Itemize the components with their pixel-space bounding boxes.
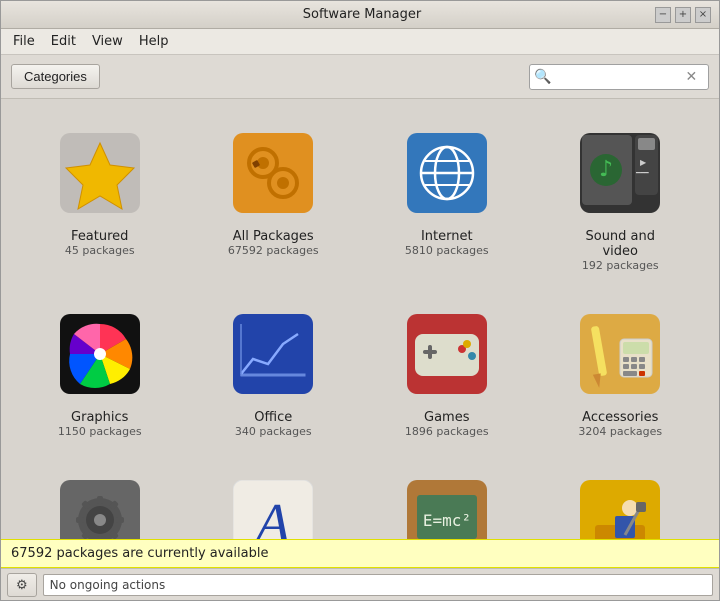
window-title: Software Manager [69, 7, 655, 22]
categories-grid-container: Featured45 packages All Packages67592 pa… [1, 99, 719, 539]
category-item-games[interactable]: Games1896 packages [368, 296, 526, 446]
category-name-accessories: Accessories [582, 410, 658, 425]
category-count-office: 340 packages [235, 425, 312, 438]
category-name-featured: Featured [71, 229, 128, 244]
category-item-sound[interactable]: ▶ ━━━ ♪ Sound and video192 packages [542, 115, 700, 280]
category-name-office: Office [254, 410, 292, 425]
category-icon-fonts: A [223, 470, 323, 539]
minimize-button[interactable]: − [655, 7, 671, 23]
svg-text:▶: ▶ [640, 158, 647, 167]
category-name-graphics: Graphics [71, 410, 128, 425]
category-icon-games [397, 304, 497, 404]
titlebar-controls: − + × [655, 7, 711, 23]
category-count-sound: 192 packages [582, 259, 659, 272]
category-icon-featured [50, 123, 150, 223]
category-name-internet: Internet [421, 229, 473, 244]
main-window: Software Manager − + × File Edit View He… [0, 0, 720, 601]
actions-statusbar: ⚙ No ongoing actions [1, 568, 719, 600]
category-item-office[interactable]: Office340 packages [195, 296, 353, 446]
category-icon-allpkg [223, 123, 323, 223]
svg-text:E=mc²: E=mc² [423, 511, 471, 530]
category-item-programming[interactable]: Programming4311 packages [542, 462, 700, 539]
category-item-fonts[interactable]: A Fonts312 packages [195, 462, 353, 539]
titlebar: Software Manager − + × [1, 1, 719, 29]
menu-file[interactable]: File [5, 31, 43, 52]
menu-help[interactable]: Help [131, 31, 177, 52]
category-item-allpkg[interactable]: All Packages67592 packages [195, 115, 353, 280]
category-item-featured[interactable]: Featured45 packages [21, 115, 179, 280]
category-item-accessories[interactable]: Accessories3204 packages [542, 296, 700, 446]
svg-text:━━━: ━━━ [635, 169, 649, 177]
categories-button[interactable]: Categories [11, 64, 100, 89]
search-box: 🔍 ✕ [529, 64, 709, 90]
toolbar: Categories 🔍 ✕ [1, 55, 719, 99]
menu-view[interactable]: View [84, 31, 131, 52]
category-icon-systemtools [50, 470, 150, 539]
menubar: File Edit View Help [1, 29, 719, 55]
category-count-games: 1896 packages [405, 425, 489, 438]
close-button[interactable]: × [695, 7, 711, 23]
category-icon-internet [397, 123, 497, 223]
category-item-science[interactable]: E=mc² Science and Education2302 packages [368, 462, 526, 539]
category-count-internet: 5810 packages [405, 244, 489, 257]
search-input[interactable] [555, 69, 685, 84]
category-name-sound: Sound and video [585, 229, 655, 259]
packages-status-bar: 67592 packages are currently available [1, 539, 719, 568]
category-icon-sound: ▶ ━━━ ♪ [570, 123, 670, 223]
maximize-button[interactable]: + [675, 7, 691, 23]
gear-button[interactable]: ⚙ [7, 573, 37, 597]
category-icon-science: E=mc² [397, 470, 497, 539]
category-name-allpkg: All Packages [233, 229, 314, 244]
category-count-featured: 45 packages [65, 244, 135, 257]
category-icon-programming [570, 470, 670, 539]
packages-available-text: 67592 packages are currently available [11, 546, 268, 561]
category-icon-accessories [570, 304, 670, 404]
category-item-internet[interactable]: Internet5810 packages [368, 115, 526, 280]
svg-text:A: A [252, 493, 291, 539]
category-item-systemtools[interactable]: System tools2046 packages [21, 462, 179, 539]
category-icon-office [223, 304, 323, 404]
category-icon-graphics [50, 304, 150, 404]
actions-status-field: No ongoing actions [43, 574, 713, 596]
search-icon: 🔍 [534, 69, 551, 85]
category-name-games: Games [424, 410, 469, 425]
category-item-graphics[interactable]: Graphics1150 packages [21, 296, 179, 446]
category-count-allpkg: 67592 packages [228, 244, 319, 257]
category-count-graphics: 1150 packages [58, 425, 142, 438]
actions-status-text: No ongoing actions [50, 578, 166, 592]
category-count-accessories: 3204 packages [578, 425, 662, 438]
svg-text:♪: ♪ [599, 157, 613, 182]
categories-grid: Featured45 packages All Packages67592 pa… [21, 115, 699, 539]
search-clear-icon[interactable]: ✕ [685, 69, 697, 85]
menu-edit[interactable]: Edit [43, 31, 84, 52]
